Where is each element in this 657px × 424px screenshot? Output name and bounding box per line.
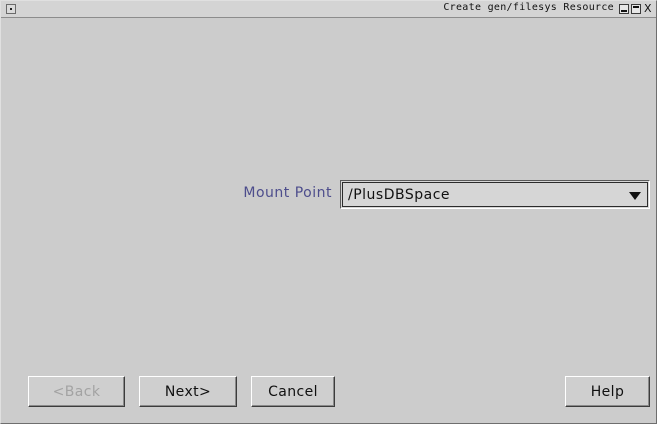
back-button[interactable]: <Back [28,376,125,407]
mount-point-value: /PlusDBSpace [348,187,451,203]
title-bar[interactable]: Create gen/filesys Resource X [1,1,656,18]
help-button[interactable]: Help [565,376,650,407]
close-icon[interactable]: X [644,4,656,14]
mount-point-label: Mount Point [243,185,332,201]
window-menu-icon[interactable] [6,4,16,14]
dialog-window: Create gen/filesys Resource X Mount Poin… [0,0,657,424]
mount-point-dropdown[interactable]: /PlusDBSpace [340,180,650,209]
minimize-icon[interactable] [619,4,629,14]
mount-point-dropdown-field[interactable]: /PlusDBSpace [342,182,648,207]
maximize-icon[interactable] [631,4,641,14]
next-button[interactable]: Next> [139,376,237,407]
cancel-button[interactable]: Cancel [251,376,335,407]
dropdown-arrow-icon[interactable] [629,192,641,200]
window-title: Create gen/filesys Resource [443,2,614,13]
